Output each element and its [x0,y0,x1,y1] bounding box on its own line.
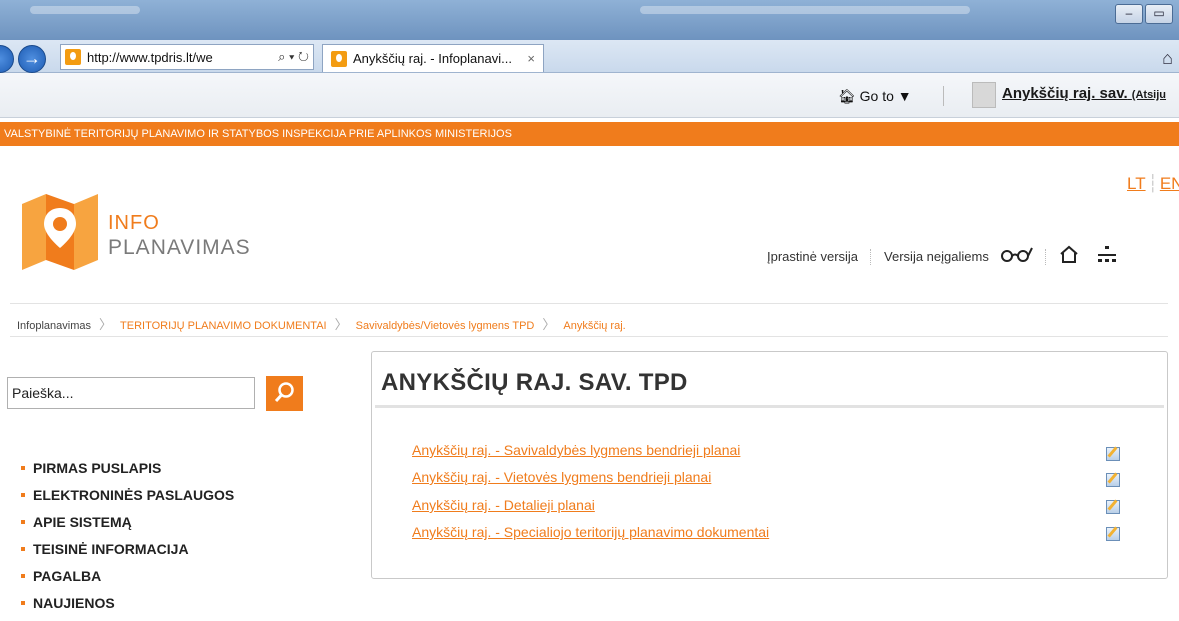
minimize-button[interactable]: – [1115,4,1143,24]
address-tools-icons[interactable]: ⌕ ▾ ↻ [278,49,313,65]
breadcrumb-item-tpd[interactable]: TERITORIJŲ PLANAVIMO DOKUMENTAI [120,320,327,332]
breadcrumb-item-current[interactable]: Anykščių raj. [563,320,625,332]
home-icon: 🏠︎ [838,88,856,104]
nav-item-about[interactable]: APIE SISTEMĄ [20,513,234,540]
doc-link-special-plans[interactable]: Anykščių raj. - Specialiojo teritorijų p… [412,524,769,540]
glasses-icon[interactable] [999,246,1033,267]
divider [10,303,1168,304]
forward-button[interactable]: → [18,45,46,73]
divider [10,336,1168,337]
breadcrumb-item-home[interactable]: Infoplanavimas [17,320,91,332]
site-favicon-icon [65,49,81,65]
nav-item-e-services[interactable]: ELEKTRONINĖS PASLAUGOS [20,486,234,513]
tab-favicon-icon [331,50,347,67]
edit-icon[interactable] [1106,527,1120,541]
logo-text-info: INFO [108,212,160,234]
accessible-version-link[interactable]: Versija neįgaliems [884,249,989,264]
edit-icon[interactable] [1106,447,1120,461]
blurred-window-title [640,6,970,14]
browser-home-icon[interactable]: ⌂ [1162,48,1173,69]
doc-link-municipal-plans[interactable]: Anykščių raj. - Savivaldybės lygmens ben… [412,442,740,458]
window-titlebar [0,0,1179,40]
lang-en-link[interactable]: EN [1160,174,1179,193]
home-icon[interactable] [1059,245,1079,268]
search-button[interactable] [266,376,303,411]
goto-menu[interactable]: 🏠︎ Go to ▼ [838,88,912,105]
search-input[interactable] [7,377,255,409]
edit-icon[interactable] [1106,500,1120,514]
tab-title: Anykščių raj. - Infoplanavi... [353,51,512,66]
logo-text-planavimas: PLANAVIMAS [108,236,251,259]
ministry-banner: VALSTYBINĖ TERITORIJŲ PLANAVIMO IR STATY… [0,122,1179,146]
infoplanavimas-logo[interactable] [22,194,98,272]
search-icon [274,382,294,403]
user-account-link[interactable]: Anykščių raj. sav. (Atsiju [1002,85,1166,102]
divider [1044,248,1047,265]
sitemap-icon[interactable] [1097,245,1117,268]
doc-link-local-plans[interactable]: Anykščių raj. - Vietovės lygmens bendrie… [412,469,711,485]
language-switcher: LT ┆ EN [1127,174,1179,194]
goto-label: Go to ▼ [859,88,912,104]
nav-item-help[interactable]: PAGALBA [20,567,234,594]
left-navigation: PIRMAS PUSLAPIS ELEKTRONINĖS PASLAUGOS A… [20,459,234,621]
blurred-title-decoration [30,6,140,14]
doc-link-detailed-plans[interactable]: Anykščių raj. - Detalieji planai [412,497,595,513]
title-underline [375,405,1164,408]
browser-tab-active[interactable]: Anykščių raj. - Infoplanavi... × [322,44,544,72]
user-logout-suffix: (Atsiju [1131,89,1167,101]
divider [870,248,872,265]
edit-icon[interactable] [1106,473,1120,487]
user-name: Anykščių raj. sav. [1002,85,1128,102]
header-tools: Įprastinė versija Versija neįgaliems [767,245,1117,268]
window-controls: – ▭ [1115,4,1173,24]
address-url: http://www.tpdris.lt/we [87,49,213,65]
lang-lt-link[interactable]: LT [1127,174,1146,193]
normal-version-link[interactable]: Įprastinė versija [767,249,858,264]
tab-close-icon[interactable]: × [527,51,535,66]
breadcrumb-item-level[interactable]: Savivaldybės/Vietovės lygmens TPD [356,320,535,332]
command-separator [943,86,944,106]
address-bar[interactable]: http://www.tpdris.lt/we ⌕ ▾ ↻ [60,44,314,70]
nav-item-news[interactable]: NAUJIENOS [20,594,234,621]
breadcrumb: Infoplanavimas 〉 TERITORIJŲ PLANAVIMO DOKU… [17,317,626,332]
nav-item-legal[interactable]: TEISINĖ INFORMACIJA [20,540,234,567]
nav-item-first-page[interactable]: PIRMAS PUSLAPIS [20,459,234,486]
user-avatar [972,82,996,108]
page-title: ANYKŠČIŲ RAJ. SAV. TPD [381,369,688,396]
maximize-button[interactable]: ▭ [1145,4,1173,24]
